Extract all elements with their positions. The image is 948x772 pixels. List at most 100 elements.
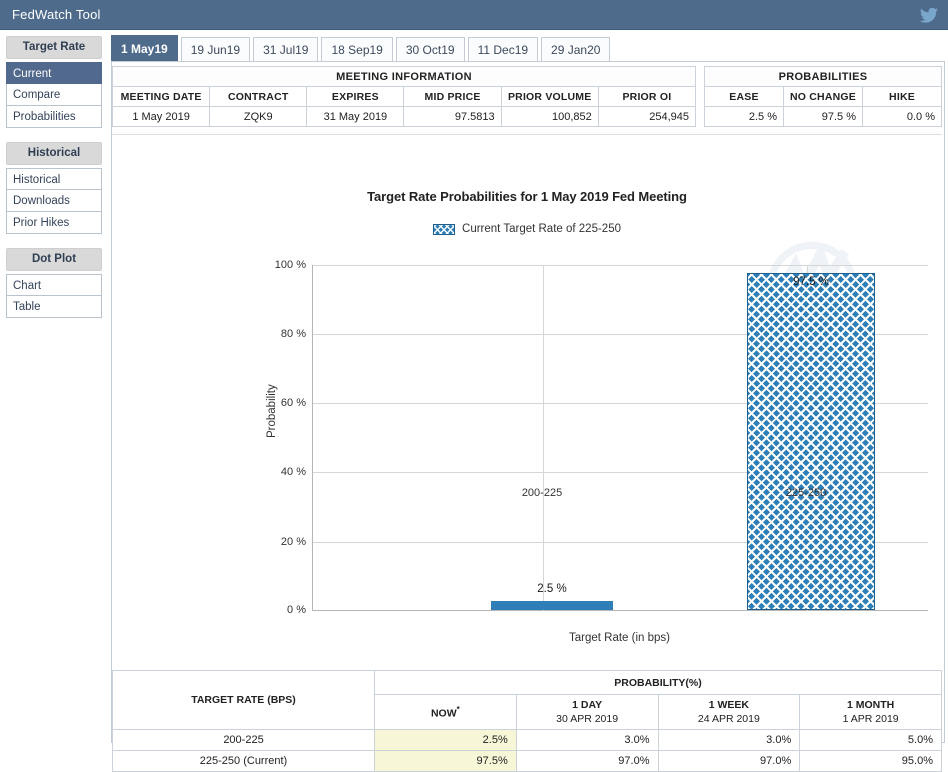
cell-target-rate-0: 200-225 — [112, 729, 375, 751]
meeting-information-table: MEETING INFORMATION MEETING DATE CONTRAC… — [111, 66, 697, 127]
cell-mid-price: 97.5813 — [403, 106, 502, 127]
cell-hike: 0.0 % — [862, 106, 942, 127]
th-one-day: 1 DAY 30 APR 2019 — [515, 694, 659, 730]
col-hike: HIKE — [862, 86, 942, 107]
cell-prior-volume: 100,852 — [500, 106, 599, 127]
col-prior-oi: PRIOR OI — [597, 86, 697, 107]
bar-label-225-250: 97.5 % — [793, 276, 829, 288]
gridline-100: 100 % — [275, 259, 928, 271]
tab-18-sep19[interactable]: 18 Sep19 — [321, 37, 393, 62]
probabilities-summary-table: PROBABILITIES EASE NO CHANGE HIKE 2.5 % … — [704, 66, 942, 127]
meeting-information-group-header: MEETING INFORMATION — [112, 66, 696, 87]
y-axis-title: Probability — [266, 384, 278, 438]
sidebar-item-historical[interactable]: Historical — [6, 168, 102, 190]
th-now-superscript: * — [456, 704, 460, 714]
x-axis-title: Target Rate (in bps) — [569, 632, 670, 644]
sidebar-group-header-target-rate: Target Rate — [6, 36, 102, 59]
info-tables-row: MEETING INFORMATION MEETING DATE CONTRAC… — [111, 66, 942, 130]
y-tick-label-100: 100 % — [274, 259, 306, 271]
legend-label: Current Target Rate of 225-250 — [462, 223, 621, 235]
category-divider-1 — [543, 265, 544, 611]
col-ease: EASE — [704, 86, 784, 107]
th-target-rate-bps: TARGET RATE (BPS) — [112, 670, 375, 730]
th-one-month: 1 MONTH 1 APR 2019 — [799, 694, 942, 730]
table-row: 200-225 2.5% 3.0% 3.0% 5.0% — [112, 729, 942, 751]
y-tick-label-0: 0 % — [287, 604, 306, 616]
cell-one-day-1: 97.0% — [515, 750, 659, 772]
sidebar-group-header-dot-plot: Dot Plot — [6, 248, 102, 271]
sidebar-item-chart[interactable]: Chart — [6, 274, 102, 296]
gridline-0: 0 % — [287, 604, 928, 616]
cell-meeting-date: 1 May 2019 — [111, 106, 211, 127]
th-one-week: 1 WEEK 24 APR 2019 — [657, 694, 801, 730]
th-one-week-date: 24 APR 2019 — [697, 713, 760, 725]
chart-title: Target Rate Probabilities for 1 May 2019… — [367, 189, 687, 204]
meeting-information-row: 1 May 2019 ZQK9 31 May 2019 97.5813 100,… — [111, 106, 697, 127]
cell-one-month-0: 5.0% — [799, 729, 942, 751]
cell-one-day-0: 3.0% — [515, 729, 659, 751]
app-title: FedWatch Tool — [12, 7, 101, 22]
tab-30-oct19[interactable]: 30 Oct19 — [395, 37, 465, 62]
fedwatch-app: FedWatch Tool Target Rate Current Compar… — [0, 0, 948, 772]
cell-contract: ZQK9 — [209, 106, 308, 127]
th-one-month-date: 1 APR 2019 — [842, 713, 899, 725]
cell-target-rate-1: 225-250 (Current) — [112, 750, 375, 772]
probabilities-group-header: PROBABILITIES — [704, 66, 942, 87]
sidebar-item-current[interactable]: Current — [6, 62, 102, 84]
probabilities-summary-row: 2.5 % 97.5 % 0.0 % — [704, 106, 942, 127]
cell-prior-oi: 254,945 — [597, 106, 697, 127]
y-tick-label-20: 20 % — [280, 536, 306, 548]
col-mid-price: MID PRICE — [403, 86, 502, 107]
th-probability-pct: PROBABILITY(%) — [374, 670, 942, 695]
col-prior-volume: PRIOR VOLUME — [500, 86, 599, 107]
th-one-month-label: 1 MONTH — [847, 699, 895, 711]
y-tick-label-40: 40 % — [280, 466, 306, 478]
plot-area: 100 % 80 % 60 % 40 % 20 % 0 % 2.5 % 97.5… — [275, 259, 928, 616]
x-tick-label-200-225: 200-225 — [521, 487, 563, 499]
tab-11-dec19[interactable]: 11 Dec19 — [467, 37, 539, 62]
title-bar: FedWatch Tool — [0, 0, 948, 30]
sidebar-item-downloads[interactable]: Downloads — [6, 190, 102, 212]
cell-ease: 2.5 % — [704, 106, 784, 127]
tab-29-jan20[interactable]: 29 Jan20 — [541, 37, 611, 62]
th-now: NOW* — [374, 694, 517, 730]
col-no-change: NO CHANGE — [783, 86, 863, 107]
meeting-date-tabs: 1 May19 19 Jun19 31 Jul19 18 Sep19 30 Oc… — [111, 34, 613, 62]
bar-200-225[interactable] — [491, 601, 613, 610]
sidebar-item-probabilities[interactable]: Probabilities — [6, 106, 102, 128]
table-row: 225-250 (Current) 97.5% 97.0% 97.0% 95.0… — [112, 750, 942, 772]
tab-19-jun19[interactable]: 19 Jun19 — [180, 37, 251, 62]
sidebar-item-prior-hikes[interactable]: Prior Hikes — [6, 212, 102, 234]
cell-expires: 31 May 2019 — [306, 106, 405, 127]
cell-now-0: 2.5% — [374, 729, 517, 751]
sidebar: Target Rate Current Compare Probabilitie… — [0, 30, 108, 747]
cell-no-change: 97.5 % — [783, 106, 863, 127]
sidebar-item-table[interactable]: Table — [6, 296, 102, 318]
chart-legend: Current Target Rate of 225-250 — [112, 223, 942, 235]
tab-1-may19[interactable]: 1 May19 — [111, 35, 178, 62]
y-tick-label-60: 60 % — [280, 397, 306, 409]
cell-one-week-1: 97.0% — [657, 750, 801, 772]
th-one-day-label: 1 DAY — [572, 699, 603, 711]
th-one-week-label: 1 WEEK — [708, 699, 749, 711]
bar-label-200-225: 2.5 % — [537, 583, 567, 595]
col-expires: EXPIRES — [306, 86, 405, 107]
sidebar-item-compare[interactable]: Compare — [6, 84, 102, 106]
cell-one-week-0: 3.0% — [657, 729, 801, 751]
twitter-icon[interactable] — [916, 4, 942, 26]
th-one-day-date: 30 APR 2019 — [556, 713, 619, 725]
cell-now-1: 97.5% — [374, 750, 517, 772]
col-meeting-date: MEETING DATE — [111, 86, 211, 107]
main-panel: 1 May19 19 Jun19 31 Jul19 18 Sep19 30 Oc… — [108, 30, 948, 772]
sidebar-group-header-historical: Historical — [6, 142, 102, 165]
th-now-label: NOW — [430, 707, 457, 720]
tab-31-jul19[interactable]: 31 Jul19 — [253, 37, 319, 62]
legend-swatch-icon — [433, 223, 456, 235]
x-tick-label-225-250: 225-250 — [785, 487, 827, 499]
bar-225-250[interactable] — [747, 273, 875, 610]
col-contract: CONTRACT — [209, 86, 308, 107]
cell-one-month-1: 95.0% — [799, 750, 942, 772]
probability-chart: Target Rate Probabilities for 1 May 2019… — [112, 134, 942, 663]
y-tick-label-80: 80 % — [280, 328, 306, 340]
